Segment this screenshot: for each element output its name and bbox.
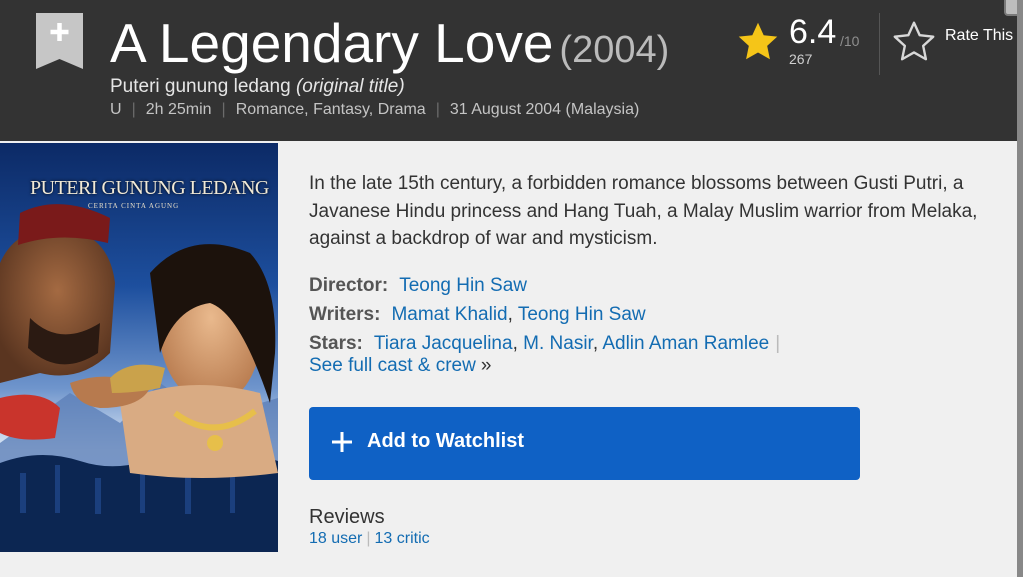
full-cast-link[interactable]: See full cast & crew [309,355,476,376]
add-to-watchlist-button[interactable]: Add to Watchlist [309,407,860,480]
certificate: U [110,101,122,118]
reviews-separator: | [366,530,371,547]
title-meta: U | 2h 25min | Romance, Fantasy, Drama | 31 Au… [110,101,639,119]
plot-summary: In the late 15th century, a forbidden ro… [309,173,978,249]
genres[interactable]: Romance, Fantasy, Drama [236,101,426,118]
chevron-right-icon: » [480,355,492,376]
full-cast-row: See full cast & crew» [309,355,491,377]
comma: , [512,333,518,354]
writer-link[interactable]: Mamat Khalid [391,304,507,325]
user-reviews-link[interactable]: 18 user [309,530,362,547]
movie-title: A Legendary Love [110,12,554,74]
release-date[interactable]: 31 August 2004 (Malaysia) [450,101,639,118]
plus-icon [332,432,352,452]
writers-credit: Writers: Mamat Khalid, Teong Hin Saw [309,304,646,326]
poster-title: PUTERI GUNUNG LEDANG [30,177,269,199]
rating-best: /10 [840,33,860,49]
director-link[interactable]: Teong Hin Saw [399,275,527,296]
meta-separator: | [221,101,226,118]
writer-link[interactable]: Teong Hin Saw [518,304,646,325]
stars-credit: Stars: Tiara Jacquelina, M. Nasir, Adlin … [309,333,780,355]
director-label: Director: [309,275,389,296]
rating-count[interactable]: 267 [789,51,812,67]
rate-this-button[interactable]: Rate This [945,27,1013,45]
comma: , [507,304,513,325]
add-watchlist-ribbon-icon[interactable] [36,13,83,69]
original-title-name: Puteri gunung ledang [110,76,291,97]
title-header: A Legendary Love (2004) Puteri gunung led… [0,0,1023,141]
reviews-heading: Reviews [309,506,385,528]
rating-divider [879,13,880,75]
rating-value: 6.4 [789,13,837,51]
original-title: Puteri gunung ledang (original title) [110,76,405,98]
comma: , [592,333,599,354]
movie-poster[interactable]: PUTERI GUNUNG LEDANG CERITA CINTA AGUNG [0,143,278,552]
poster-subtitle: CERITA CINTA AGUNG [88,202,180,210]
original-title-note: (original title) [295,76,405,97]
rating-star-icon [738,22,778,60]
runtime: 2h 25min [145,101,212,118]
star-link[interactable]: M. Nasir [523,333,593,354]
add-to-watchlist-label: Add to Watchlist [367,430,525,452]
director-credit: Director: Teong Hin Saw [309,275,527,297]
movie-year[interactable]: (2004) [559,29,669,71]
reviews-links: 18 user | 13 critic [309,530,430,548]
star-link[interactable]: Adlin Aman Ramlee [602,333,769,354]
critic-reviews-link[interactable]: 13 critic [375,530,430,547]
meta-separator: | [435,101,440,118]
scrollbar[interactable] [1017,0,1023,577]
pipe-separator: | [775,333,781,354]
star-link[interactable]: Tiara Jacquelina [374,333,513,354]
stars-label: Stars: [309,333,363,354]
meta-separator: | [131,101,136,118]
page-title: A Legendary Love (2004) [110,12,669,81]
writers-label: Writers: [309,304,381,325]
rate-star-outline-icon[interactable] [891,20,937,64]
